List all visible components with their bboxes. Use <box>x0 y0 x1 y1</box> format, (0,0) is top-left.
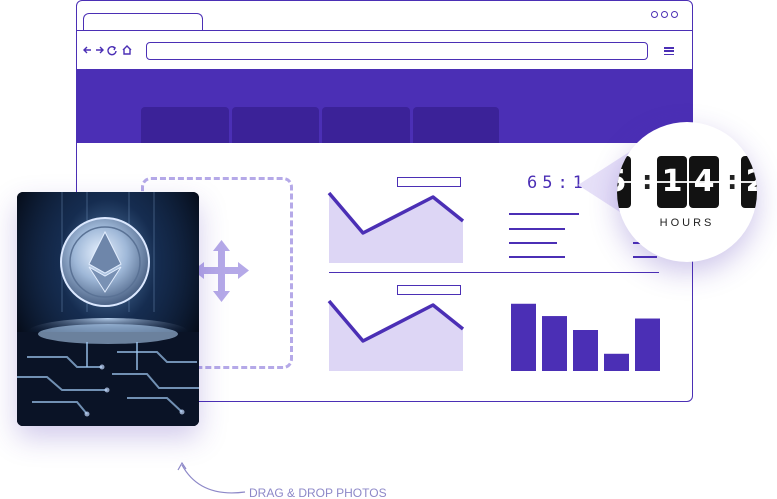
text-line <box>509 228 565 230</box>
content-divider <box>329 272 659 273</box>
colon-separator: : <box>727 166 738 196</box>
crypto-coin-photo[interactable] <box>17 192 199 426</box>
curved-arrow-icon <box>177 461 246 494</box>
browser-tab[interactable] <box>83 13 203 31</box>
flip-digit: 4 <box>689 156 719 208</box>
move-arrows-icon <box>193 240 249 302</box>
countdown-zoom: 5 : : 2 HOURS 14 <box>617 122 757 262</box>
chart-label-placeholder <box>397 177 461 187</box>
bar-chart <box>511 303 660 371</box>
header-tabs <box>141 107 499 143</box>
text-line <box>509 256 565 258</box>
flip-digit-partial: 5 <box>617 156 631 208</box>
tab-bar-divider <box>77 30 692 31</box>
bar <box>573 330 598 371</box>
arrow-right-icon[interactable] <box>96 46 104 54</box>
nav-buttons <box>82 44 138 56</box>
hamburger-menu-icon[interactable] <box>664 47 674 55</box>
colon-separator: : <box>642 166 653 196</box>
coin-image <box>17 192 199 426</box>
area-chart-top <box>327 191 465 263</box>
chart-label-placeholder <box>397 285 461 295</box>
bar <box>542 316 567 371</box>
text-line <box>509 213 579 215</box>
header-tab[interactable] <box>322 107 410 143</box>
drag-drop-caption: DRAG & DROP PHOTOS <box>249 486 387 499</box>
arrow-left-icon[interactable] <box>83 46 91 54</box>
illustration: 65:14::: 2 HOURS 1 4 DRAG & DROP PHOTO… <box>0 0 777 499</box>
home-icon[interactable] <box>122 45 132 55</box>
refresh-icon[interactable] <box>107 45 117 56</box>
address-bar[interactable] <box>146 42 648 60</box>
text-line <box>509 242 557 244</box>
header-tab[interactable] <box>141 107 229 143</box>
flip-digit: 1 <box>657 156 687 208</box>
nav-icons-group <box>83 45 132 56</box>
text-line <box>633 256 657 258</box>
area-chart-bottom <box>327 299 465 371</box>
hours-label: HOURS <box>659 217 715 229</box>
header-tab[interactable] <box>232 107 319 143</box>
flip-digit-partial: 2 <box>741 156 757 208</box>
bar <box>511 303 536 371</box>
header-tab[interactable] <box>413 107 499 143</box>
site-header <box>77 69 692 143</box>
bar <box>604 353 629 371</box>
bar <box>635 318 660 371</box>
three-dots-icon[interactable] <box>651 11 678 18</box>
